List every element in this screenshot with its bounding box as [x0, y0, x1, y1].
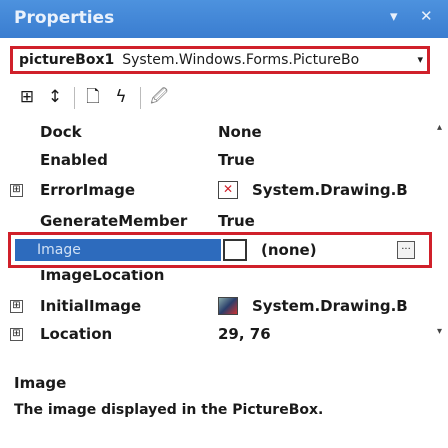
expand-icon[interactable]: ⊞: [10, 184, 23, 197]
title-bar: Properties ▾ ✕: [0, 0, 448, 38]
toolbar-separator: [74, 87, 75, 109]
property-name: GenerateMember: [40, 212, 188, 228]
property-name: Dock: [40, 123, 82, 141]
events-icon[interactable]: ϟ: [108, 84, 134, 110]
property-value[interactable]: (none): [261, 241, 317, 259]
expand-icon[interactable]: ⊞: [10, 300, 23, 313]
property-row-dock[interactable]: Dock None ▴: [0, 120, 448, 146]
object-name: pictureBox1: [19, 52, 115, 68]
property-name: Enabled: [40, 151, 108, 169]
property-row-errorimage[interactable]: ⊞ ErrorImage ✕ System.Drawing.B: [0, 178, 448, 204]
image-swatch-icon: [223, 239, 247, 261]
toolbar-separator: [140, 87, 141, 109]
property-name: Location: [40, 325, 113, 343]
property-name: ImageLocation: [40, 270, 165, 284]
property-row-image[interactable]: Image (none) ...: [8, 232, 432, 268]
property-value[interactable]: 29, 76: [218, 325, 271, 343]
property-row-generatemember[interactable]: GenerateMember True: [0, 212, 448, 228]
property-name: ErrorImage: [40, 181, 135, 199]
property-value[interactable]: True: [218, 212, 255, 228]
window-title: Properties: [14, 8, 115, 28]
categorized-icon[interactable]: ⊞: [14, 84, 40, 110]
property-name: InitialImage: [40, 297, 142, 315]
property-value[interactable]: System.Drawing.B: [252, 181, 408, 199]
initial-image-swatch-icon: [218, 297, 238, 315]
properties-icon[interactable]: 🗋: [80, 84, 106, 110]
scroll-up-icon[interactable]: ▴: [437, 122, 442, 133]
object-selector[interactable]: pictureBox1 System.Windows.Forms.PictureB…: [10, 46, 430, 74]
property-row-initialimage[interactable]: ⊞ InitialImage System.Drawing.B: [0, 294, 448, 320]
property-row-enabled[interactable]: Enabled True: [0, 148, 448, 174]
ellipsis-button[interactable]: ...: [397, 241, 415, 259]
description-title: Image: [14, 374, 67, 392]
description-panel: Image The image displayed in the Picture…: [0, 368, 448, 448]
property-pages-icon[interactable]: 🖉: [146, 84, 172, 110]
object-type: System.Windows.Forms.PictureBo: [122, 52, 360, 68]
property-row-imagelocation[interactable]: ImageLocation: [0, 270, 448, 285]
property-value[interactable]: System.Drawing.B: [252, 297, 408, 315]
description-text: The image displayed in the PictureBox.: [14, 402, 324, 418]
close-icon[interactable]: ✕: [420, 7, 433, 25]
property-value[interactable]: None: [218, 123, 262, 141]
error-image-swatch-icon: ✕: [218, 181, 238, 199]
scroll-down-icon[interactable]: ▾: [437, 326, 442, 337]
expand-icon[interactable]: ⊞: [10, 328, 23, 341]
pin-dropdown-icon[interactable]: ▾: [390, 7, 398, 25]
property-name-selected: Image: [15, 239, 221, 261]
chevron-down-icon[interactable]: ▾: [417, 49, 423, 71]
alphabetical-icon[interactable]: ↕: [42, 84, 68, 110]
property-row-location[interactable]: ⊞ Location 29, 76 ▾: [0, 322, 448, 348]
property-value[interactable]: True: [218, 151, 255, 169]
